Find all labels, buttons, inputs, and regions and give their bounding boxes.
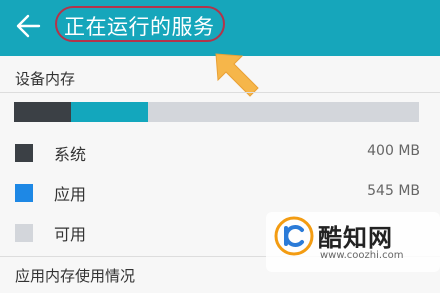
watermark-url: www.coozhi.com: [320, 250, 404, 261]
app-bar: 正在运行的服务: [0, 0, 440, 56]
legend-swatch-system: [15, 144, 33, 162]
coozhi-logo-icon: [274, 216, 314, 256]
legend-row-apps: 应用 545 MB: [0, 179, 440, 209]
memory-bar-system-segment: [14, 102, 71, 122]
memory-bar-apps-segment: [70, 102, 148, 122]
legend-label-free: 可用: [54, 225, 87, 244]
back-button[interactable]: [12, 10, 44, 42]
legend-label-system: 系统: [54, 145, 87, 164]
legend-value-apps: 545 MB: [367, 183, 420, 199]
title-highlight-annotation: [55, 6, 225, 42]
memory-usage-bar: [14, 102, 419, 122]
legend-label-apps: 应用: [54, 185, 87, 204]
legend-row-system: 系统 400 MB: [0, 139, 440, 169]
watermark-brand: 酷知网: [318, 224, 393, 252]
arrow-left-icon: [16, 14, 41, 38]
legend-value-system: 400 MB: [367, 143, 420, 159]
arrow-pointer-icon: [215, 53, 259, 97]
app-memory-header: 应用内存使用情况: [15, 267, 136, 285]
divider: [0, 92, 440, 93]
legend-swatch-free: [15, 224, 33, 242]
legend-swatch-apps: [15, 184, 33, 202]
watermark: 酷知网 www.coozhi.com: [266, 212, 440, 272]
device-memory-header: 设备内存: [15, 70, 76, 88]
